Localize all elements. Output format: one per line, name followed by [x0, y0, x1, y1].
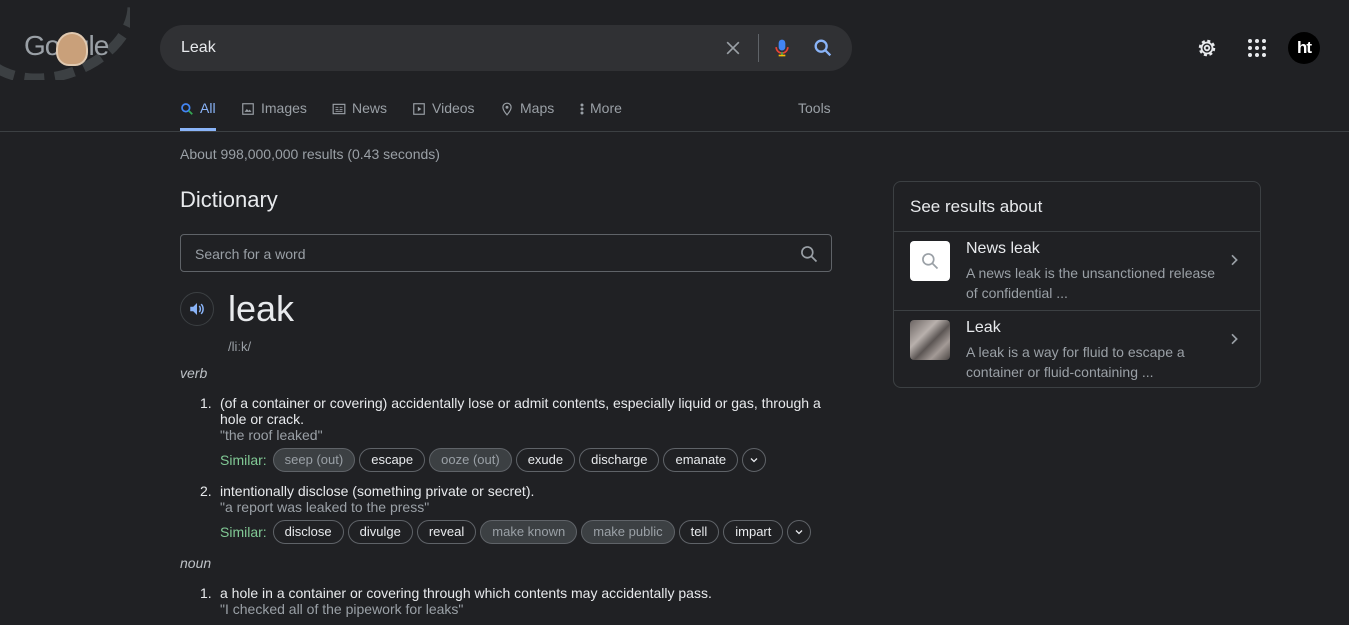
expand-similar-button[interactable] — [742, 448, 767, 472]
image-icon — [242, 103, 254, 115]
definition-example: "a report was leaked to the press" — [220, 499, 430, 515]
definition-example: "I checked all of the pipework for leaks… — [220, 601, 464, 617]
similar-chip[interactable]: disclose — [272, 520, 344, 544]
tab-label: Images — [261, 100, 307, 116]
tab-more[interactable]: More — [580, 100, 622, 131]
similar-chip[interactable]: tell — [678, 520, 720, 544]
tab-label: All — [200, 100, 216, 116]
result-name: Leak — [966, 319, 1001, 336]
part-of-speech: verb — [180, 365, 208, 381]
result-thumbnail — [910, 241, 950, 281]
phonetic-spelling: /liːk/ — [228, 339, 252, 354]
similar-words-row: Similar: seep (out) escape ooze (out) ex… — [220, 448, 767, 472]
tab-label: More — [590, 100, 622, 116]
similar-label: Similar: — [220, 452, 267, 468]
definition-text: a hole in a container or covering throug… — [220, 585, 712, 601]
google-doodle-logo[interactable]: Google — [0, 0, 130, 80]
similar-chip[interactable]: seep (out) — [272, 448, 356, 472]
part-of-speech: noun — [180, 555, 212, 571]
tab-videos[interactable]: Videos — [412, 100, 475, 131]
more-vert-icon — [580, 103, 584, 115]
tab-label: Maps — [520, 100, 555, 116]
similar-chip[interactable]: reveal — [416, 520, 477, 544]
definition-text: (of a container or covering) accidentall… — [220, 395, 821, 427]
similar-chip[interactable]: make known — [480, 520, 578, 544]
search-input[interactable]: Leak — [181, 39, 216, 57]
definition-number: 2. — [200, 483, 212, 499]
tools-button[interactable]: Tools — [798, 100, 831, 116]
search-icon[interactable] — [812, 37, 834, 59]
video-icon — [413, 103, 425, 115]
tab-maps[interactable]: Maps — [500, 100, 554, 131]
tab-label: Videos — [432, 100, 475, 116]
tab-images[interactable]: Images — [241, 100, 307, 131]
expand-similar-button[interactable] — [787, 520, 812, 544]
similar-chip[interactable]: exude — [515, 448, 576, 472]
similar-chip[interactable]: make public — [581, 520, 675, 544]
tab-news[interactable]: News — [332, 100, 387, 131]
dictionary-search-placeholder: Search for a word — [195, 246, 306, 262]
tab-all[interactable]: All — [180, 100, 216, 131]
definition-number: 1. — [200, 395, 212, 411]
apps-grid-icon[interactable] — [1247, 38, 1267, 58]
definition-example: "the roof leaked" — [220, 427, 323, 443]
search-divider — [758, 34, 759, 62]
similar-chip[interactable]: escape — [359, 448, 426, 472]
see-result-item-leak[interactable]: Leak A leak is a way for fluid to escape… — [894, 311, 1260, 389]
definition-text: intentionally disclose (something privat… — [220, 483, 535, 499]
see-results-panel: See results about News leak A news leak … — [893, 181, 1261, 388]
leak-photo-thumbnail — [910, 320, 950, 360]
similar-chip[interactable]: emanate — [663, 448, 739, 472]
tabs-divider — [0, 131, 1349, 132]
search-icon — [181, 103, 193, 115]
search-icon — [922, 253, 939, 270]
microphone-icon[interactable] — [772, 37, 792, 59]
map-pin-icon — [502, 102, 512, 116]
chevron-right-icon — [1231, 254, 1238, 266]
similar-chip[interactable]: impart — [723, 520, 784, 544]
search-tabs: All Images News Videos Maps More — [180, 100, 840, 131]
see-result-item-news-leak[interactable]: News leak A news leak is the unsanctione… — [894, 232, 1260, 310]
doodle-character-icon — [56, 32, 88, 66]
pronunciation-button[interactable] — [180, 292, 214, 326]
tab-label: News — [352, 100, 388, 116]
account-avatar[interactable]: ht — [1288, 32, 1320, 64]
see-results-heading: See results about — [910, 197, 1043, 216]
result-name: News leak — [966, 240, 1040, 257]
search-box[interactable]: Leak — [160, 25, 852, 71]
clear-icon[interactable] — [723, 38, 743, 58]
result-stats: About 998,000,000 results (0.43 seconds) — [180, 146, 440, 162]
similar-chip[interactable]: ooze (out) — [429, 448, 512, 472]
chevron-down-icon — [795, 530, 803, 535]
definition-number: 1. — [200, 585, 212, 601]
chevron-right-icon — [1231, 333, 1238, 345]
similar-words-row: Similar: disclose divulge reveal make kn… — [220, 520, 812, 544]
similar-chip[interactable]: discharge — [579, 448, 660, 472]
result-description: A leak is a way for fluid to escape a co… — [966, 344, 1185, 380]
similar-chip[interactable]: divulge — [347, 520, 413, 544]
similar-label: Similar: — [220, 524, 267, 540]
search-icon[interactable] — [799, 244, 819, 264]
dictionary-word: leak — [228, 288, 295, 329]
result-description: A news leak is the unsanctioned release … — [966, 265, 1216, 301]
chevron-down-icon — [750, 458, 758, 463]
settings-gear-icon[interactable] — [1196, 37, 1218, 59]
speaker-icon — [190, 303, 204, 315]
dictionary-search-input[interactable]: Search for a word — [180, 234, 832, 272]
news-icon — [332, 103, 346, 115]
dictionary-heading: Dictionary — [180, 187, 278, 212]
